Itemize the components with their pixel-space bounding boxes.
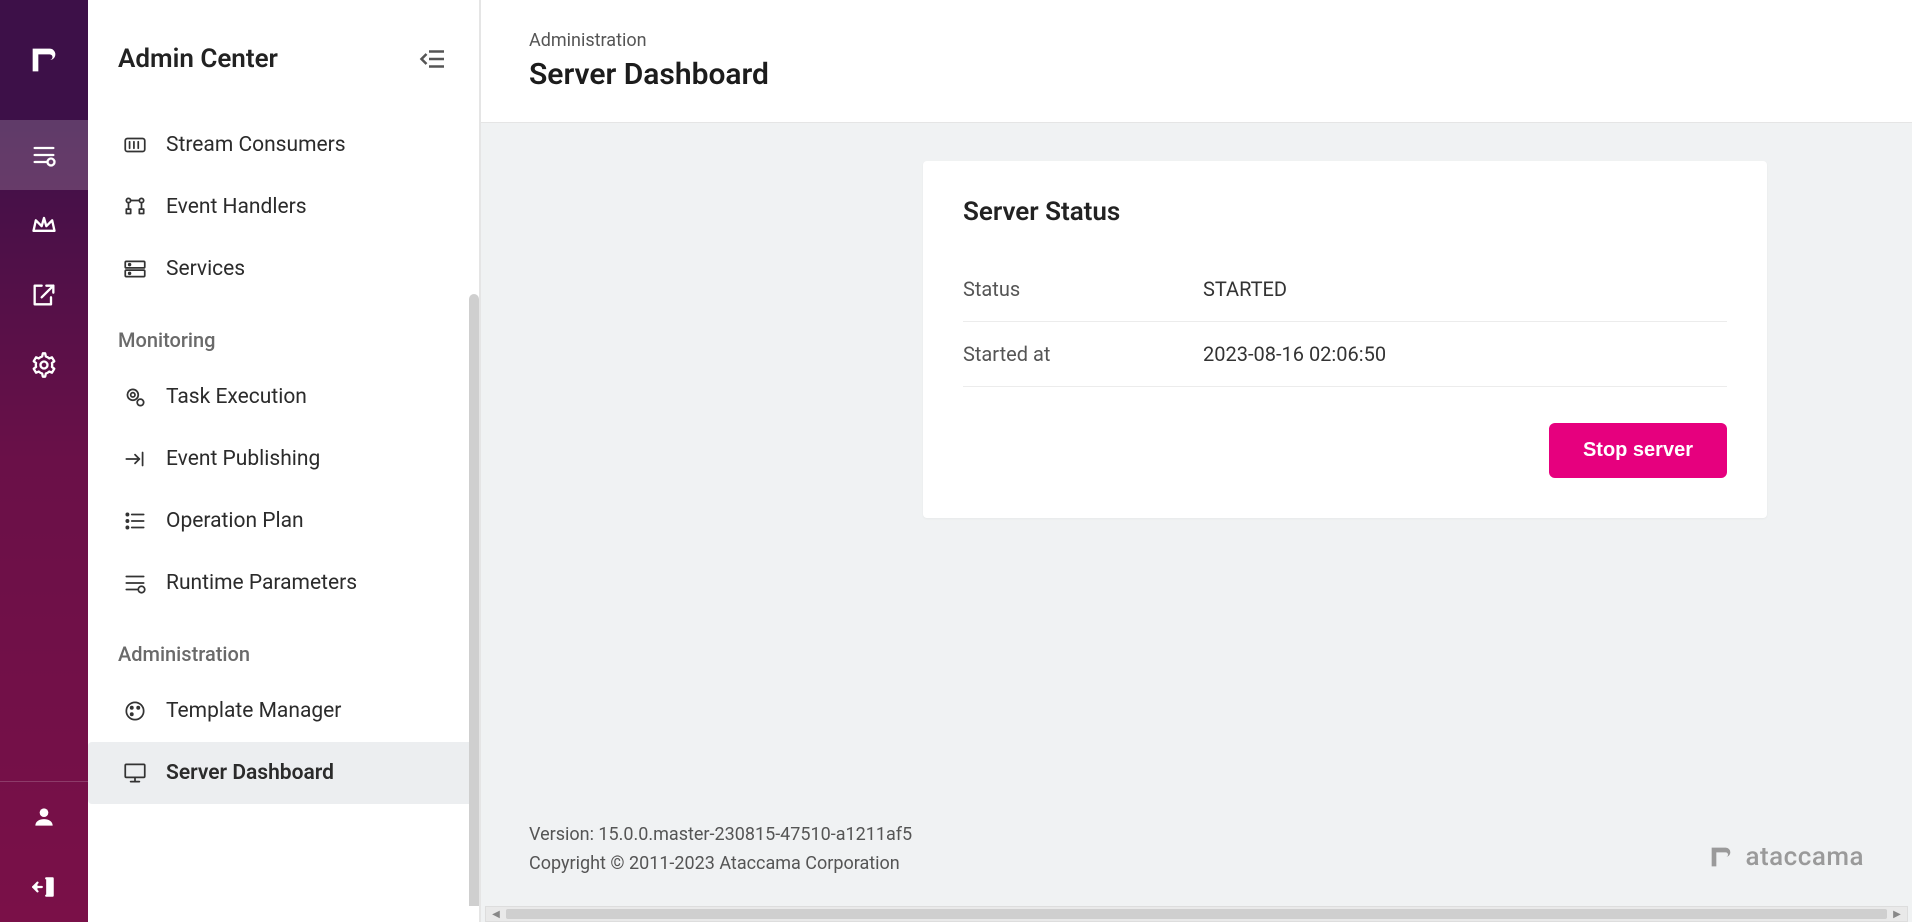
icon-rail [0, 0, 88, 922]
started-label: Started at [963, 342, 1203, 366]
brand-text: ataccama [1745, 842, 1864, 872]
card-title: Server Status [963, 197, 1727, 227]
sidebar-item-stream-consumers[interactable]: Stream Consumers [88, 114, 479, 176]
monitor-icon [122, 760, 148, 786]
server-status-card: Server Status Status STARTED Started at … [923, 161, 1767, 518]
page-title: Server Dashboard [529, 57, 1864, 92]
sidebar-item-label: Server Dashboard [166, 761, 334, 785]
group-title-monitoring: Monitoring [118, 328, 449, 352]
sidebar-item-label: Task Execution [166, 385, 307, 409]
handlers-icon [122, 194, 148, 220]
status-row: Status STARTED [963, 257, 1727, 322]
scroll-left-icon[interactable]: ◀ [488, 907, 504, 921]
palette-icon [122, 698, 148, 724]
horizontal-scrollbar[interactable]: ◀ ▶ [485, 906, 1908, 922]
group-title-administration: Administration [118, 642, 449, 666]
rail-item-user[interactable] [0, 782, 88, 852]
sidebar-item-event-publishing[interactable]: Event Publishing [88, 428, 479, 490]
sidebar-title: Admin Center [118, 44, 278, 74]
status-value: STARTED [1203, 277, 1287, 301]
logo-icon [0, 0, 88, 120]
sidebar-item-template-manager[interactable]: Template Manager [88, 680, 479, 742]
rail-item-settings[interactable] [0, 330, 88, 400]
rail-item-crown[interactable] [0, 190, 88, 260]
scroll-thumb[interactable] [506, 909, 1887, 919]
main: Administration Server Dashboard Server S… [481, 0, 1912, 922]
publish-icon [122, 446, 148, 472]
services-icon [122, 256, 148, 282]
sidebar-item-label: Runtime Parameters [166, 571, 357, 595]
sidebar-item-event-handlers[interactable]: Event Handlers [88, 176, 479, 238]
main-footer: Version: 15.0.0.master-230815-47510-a121… [481, 802, 1912, 922]
list-icon [122, 508, 148, 534]
started-value: 2023-08-16 02:06:50 [1203, 342, 1386, 366]
scroll-right-icon[interactable]: ▶ [1889, 907, 1905, 921]
rail-item-external[interactable] [0, 260, 88, 330]
sidebar-item-label: Event Publishing [166, 447, 320, 471]
main-header: Administration Server Dashboard [481, 0, 1912, 123]
rail-item-admin[interactable] [0, 120, 88, 190]
rail-item-logout[interactable] [0, 852, 88, 922]
status-label: Status [963, 277, 1203, 301]
sidebar-item-label: Services [166, 257, 245, 281]
sidebar-item-runtime-parameters[interactable]: Runtime Parameters [88, 552, 479, 614]
main-body: Server Status Status STARTED Started at … [481, 123, 1912, 922]
collapse-sidebar-icon[interactable] [419, 44, 449, 74]
sidebar-item-server-dashboard[interactable]: Server Dashboard [88, 742, 479, 804]
version-text: Version: 15.0.0.master-230815-47510-a121… [529, 824, 1864, 845]
copyright-text: Copyright © 2011-2023 Ataccama Corporati… [529, 853, 1864, 874]
gear-play-icon [122, 384, 148, 410]
stream-icon [122, 132, 148, 158]
stop-server-button[interactable]: Stop server [1549, 423, 1727, 478]
breadcrumb: Administration [529, 30, 1864, 51]
sidebar-item-label: Operation Plan [166, 509, 304, 533]
sidebar-item-label: Event Handlers [166, 195, 307, 219]
params-icon [122, 570, 148, 596]
sidebar-item-operation-plan[interactable]: Operation Plan [88, 490, 479, 552]
sidebar-item-task-execution[interactable]: Task Execution [88, 366, 479, 428]
sidebar-item-services[interactable]: Services [88, 238, 479, 300]
started-row: Started at 2023-08-16 02:06:50 [963, 322, 1727, 387]
sidebar: Admin Center Stream Consumers Event Hand… [88, 0, 481, 922]
brand-logo: ataccama [1707, 842, 1864, 872]
sidebar-item-label: Template Manager [166, 699, 341, 723]
sidebar-item-label: Stream Consumers [166, 133, 346, 157]
